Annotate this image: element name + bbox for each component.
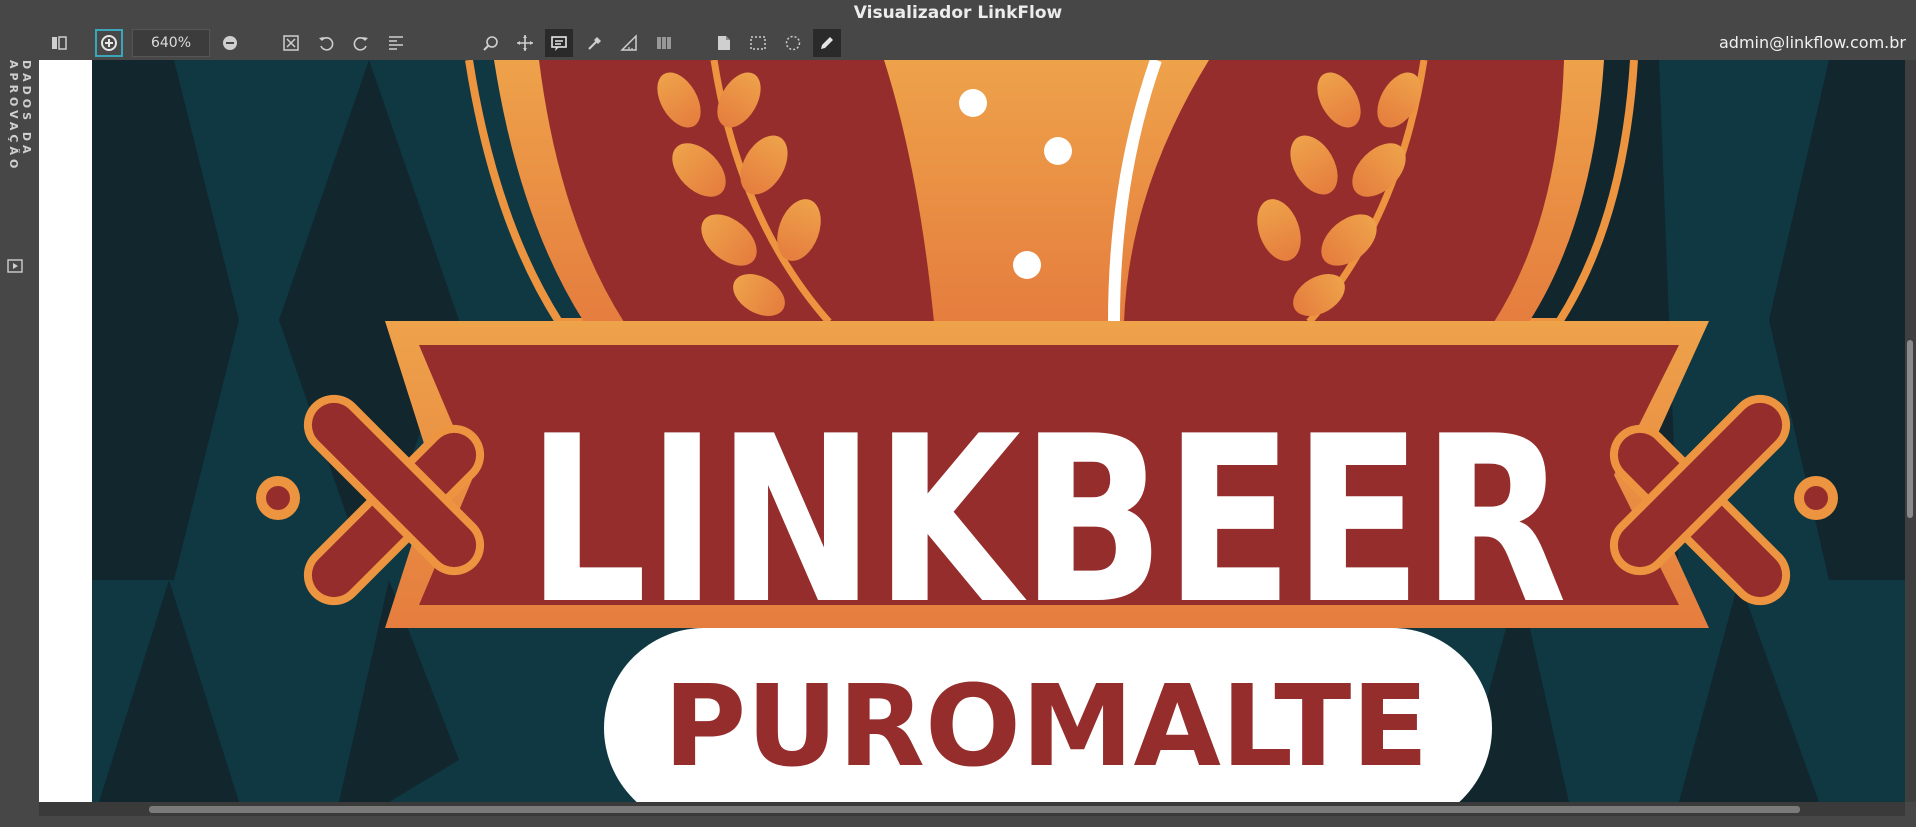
toggle-panel-button[interactable]: [45, 29, 73, 57]
tagline: PUROMALTE: [664, 662, 1429, 792]
toolbar: [0, 26, 1916, 60]
align-icon: [389, 36, 403, 50]
rotate-left-button[interactable]: [312, 29, 340, 57]
zoom-out-icon: [223, 36, 237, 50]
measure-icon: [620, 34, 637, 51]
comment-button[interactable]: [545, 29, 573, 57]
pan-icon: [517, 35, 533, 51]
rotate-right-button[interactable]: [347, 29, 375, 57]
approval-data-label: DADOS DA APROVAÇÃO: [7, 60, 33, 173]
search-button[interactable]: [477, 29, 505, 57]
vertical-scroll-thumb[interactable]: [1907, 340, 1913, 518]
artwork-canvas[interactable]: LINKBEER PUROMALTE: [39, 60, 1905, 802]
rotate-left-icon: [319, 37, 334, 51]
fit-screen-icon: [283, 35, 299, 51]
page-icon: [718, 36, 730, 50]
barcode-icon: [657, 37, 671, 49]
eyedropper-icon: [588, 37, 601, 50]
lasso-select-icon: [785, 35, 801, 51]
pencil-button[interactable]: [813, 29, 841, 57]
lasso-select-button[interactable]: [779, 29, 807, 57]
expand-panel-icon: [7, 259, 23, 273]
barcode-button[interactable]: [650, 29, 678, 57]
pencil-icon: [821, 37, 833, 49]
brand-name: LINKBEER: [527, 388, 1567, 655]
pan-button[interactable]: [511, 29, 539, 57]
user-email[interactable]: admin@linkflow.com.br: [1719, 33, 1906, 52]
rect-select-icon: [750, 36, 766, 50]
fit-screen-button[interactable]: [277, 29, 305, 57]
approval-data-panel-tab[interactable]: DADOS DA APROVAÇÃO: [0, 26, 34, 273]
window-title: Visualizador LinkFlow: [853, 3, 1063, 23]
page-button[interactable]: [710, 29, 738, 57]
toggle-panel-icon: [52, 36, 67, 50]
horizontal-scroll-thumb[interactable]: [149, 806, 1800, 813]
label-artwork: LINKBEER PUROMALTE: [39, 60, 1905, 802]
page-margin: [39, 60, 92, 802]
zoom-in-button[interactable]: [95, 29, 123, 57]
measure-button[interactable]: [615, 29, 643, 57]
eyedropper-button[interactable]: [581, 29, 609, 57]
comment-icon: [551, 36, 567, 51]
rotate-right-icon: [353, 37, 368, 51]
zoom-out-button[interactable]: [216, 29, 244, 57]
rect-select-button[interactable]: [744, 29, 772, 57]
align-button[interactable]: [382, 29, 410, 57]
search-icon: [483, 36, 498, 51]
zoom-in-icon: [101, 35, 117, 51]
zoom-level-field[interactable]: 640%: [132, 29, 210, 57]
